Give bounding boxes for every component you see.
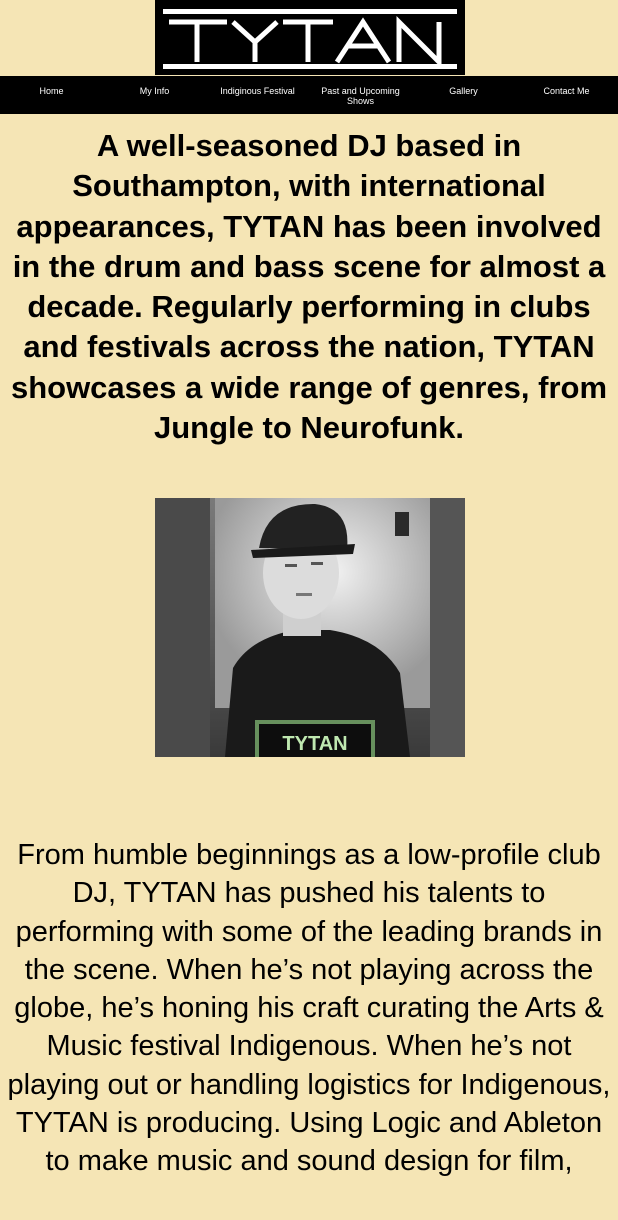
bio-paragraph: From humble beginnings as a low-profile …: [7, 839, 611, 1178]
main-nav: Home My Info Indiginous Festival Past an…: [0, 76, 618, 114]
dj-photo: TYTAN: [155, 498, 465, 757]
nav-home[interactable]: Home: [0, 86, 103, 96]
tytan-logo-graphic: [155, 0, 465, 75]
nav-indiginous-festival[interactable]: Indiginous Festival: [206, 86, 309, 96]
nav-gallery[interactable]: Gallery: [412, 86, 515, 96]
nav-past-upcoming-shows[interactable]: Past and Upcoming Shows: [309, 86, 412, 106]
intro-headline: A well-seasoned DJ based in Southampton,…: [10, 128, 608, 446]
site-logo[interactable]: [155, 0, 465, 75]
nav-my-info[interactable]: My Info: [103, 86, 206, 96]
dj-portrait-image: TYTAN: [155, 498, 465, 757]
laptop-screen-logo: TYTAN: [282, 733, 347, 755]
nav-contact-me[interactable]: Contact Me: [515, 86, 618, 96]
